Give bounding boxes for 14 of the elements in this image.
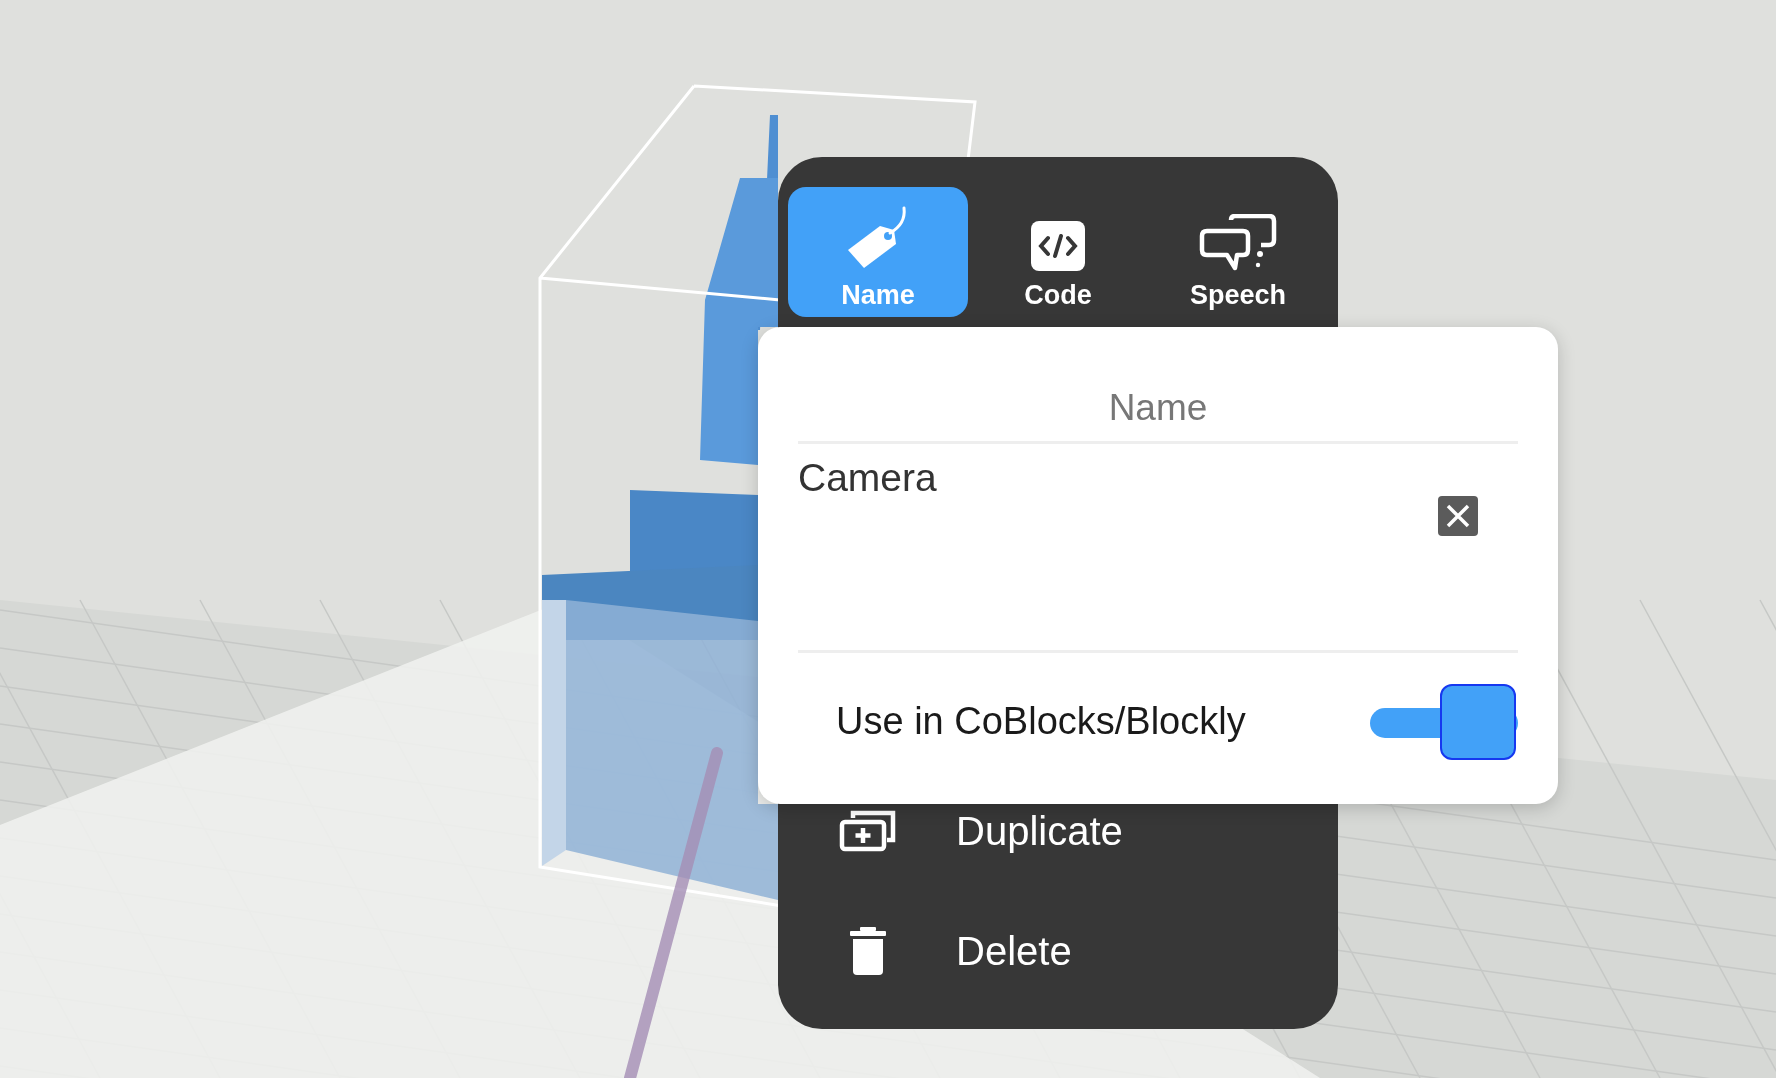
menu-item[interactable]: Delete	[838, 923, 1072, 979]
close-icon	[1446, 504, 1470, 528]
trash-icon	[850, 927, 886, 975]
duplicate-icon	[839, 810, 897, 852]
toggle-switch[interactable]	[1370, 683, 1518, 760]
code-icon	[1030, 220, 1086, 272]
menu-item[interactable]: Duplicate	[838, 803, 1123, 859]
clear-button[interactable]	[1438, 496, 1478, 536]
toggle-label: Use in CoBlocks/Blockly	[836, 700, 1246, 743]
tab[interactable]: Speech	[1148, 187, 1328, 317]
name-input-field[interactable]: Camera	[798, 444, 1518, 650]
tab[interactable]: Code	[968, 187, 1148, 317]
speech-bubbles-icon	[1199, 214, 1277, 272]
panel-title: Name	[1108, 386, 1208, 430]
